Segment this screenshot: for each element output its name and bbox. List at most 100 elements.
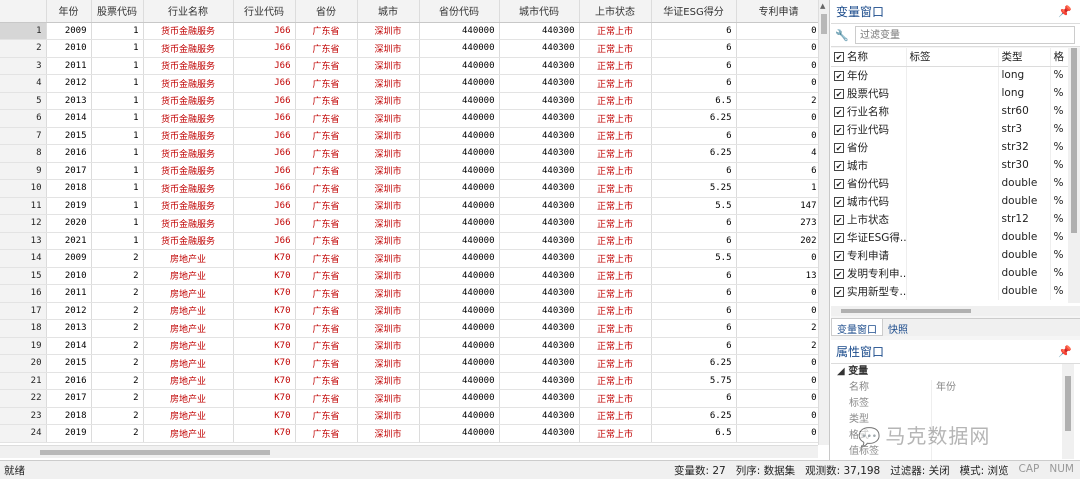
table-cell[interactable]: 货币金融服务	[143, 232, 234, 250]
table-cell[interactable]: 广东省	[295, 109, 358, 128]
variable-name-cell[interactable]: ✔ 专利申请	[831, 246, 907, 264]
property-value[interactable]	[931, 428, 1051, 444]
tab-variable-window[interactable]: 变量窗口	[831, 319, 883, 336]
variable-checkbox[interactable]: ✔	[834, 286, 844, 297]
table-cell[interactable]: 广东省	[295, 74, 358, 93]
table-cell[interactable]: 440300	[499, 284, 580, 303]
row-number[interactable]: 24	[0, 424, 47, 443]
table-cell[interactable]: 广东省	[295, 284, 358, 303]
variable-name-cell[interactable]: ✔ 年份	[831, 66, 907, 84]
variable-label[interactable]	[906, 210, 999, 228]
table-cell[interactable]: 广东省	[295, 39, 358, 58]
table-row[interactable]: 17 2012 2 房地产业 K70 广东省 深圳市 440000 440300 正常上市 6 0	[0, 302, 829, 320]
table-cell[interactable]: 货币金融服务	[143, 179, 234, 198]
table-cell[interactable]: 2019	[46, 197, 92, 215]
table-row[interactable]: 9 2017 1 货币金融服务 J66 广东省 深圳市 440000 440300 正常上市 6 6	[0, 162, 829, 180]
table-row[interactable]: 20 2015 2 房地产业 K70 广东省 深圳市 440000 440300 正常上市 6.25…	[0, 354, 829, 373]
variable-row[interactable]: ✔ 行业代码 str3%	[831, 120, 1069, 138]
row-number[interactable]: 17	[0, 302, 47, 320]
table-cell[interactable]: 广东省	[295, 389, 358, 408]
table-cell[interactable]: 6	[651, 284, 737, 303]
table-cell[interactable]: 2013	[46, 319, 92, 338]
table-row[interactable]: 4 2012 1 货币金融服务 J66 广东省 深圳市 440000 440300 正常上市 6 0	[0, 74, 829, 93]
table-cell[interactable]: 0	[736, 389, 822, 408]
variable-checkbox[interactable]: ✔	[834, 268, 844, 279]
table-cell[interactable]: 广东省	[295, 267, 358, 285]
table-cell[interactable]: 2012	[46, 302, 92, 320]
tab-snapshot[interactable]: 快照	[883, 319, 913, 336]
variable-label[interactable]	[906, 84, 999, 102]
variable-name-cell[interactable]: ✔ 省份代码	[831, 174, 907, 192]
variable-name-cell[interactable]: ✔ 省份	[831, 138, 907, 156]
table-cell[interactable]: 440000	[419, 302, 500, 320]
table-cell[interactable]: 广东省	[295, 302, 358, 320]
table-cell[interactable]: 正常上市	[579, 22, 652, 40]
column-header[interactable]: 城市	[357, 0, 420, 23]
table-row[interactable]: 14 2009 2 房地产业 K70 广东省 深圳市 440000 440300 正常上市 5.5 0	[0, 249, 829, 268]
variable-checkbox[interactable]: ✔	[834, 124, 844, 135]
table-cell[interactable]: J66	[233, 214, 296, 233]
table-cell[interactable]: 房地产业	[143, 267, 234, 285]
table-cell[interactable]: 6	[651, 162, 737, 180]
table-cell[interactable]: 440300	[499, 144, 580, 163]
table-cell[interactable]: K70	[233, 354, 296, 373]
table-cell[interactable]: 正常上市	[579, 92, 652, 110]
pin-icon[interactable]: 📌	[1058, 340, 1072, 364]
table-cell[interactable]: 2020	[46, 214, 92, 233]
table-cell[interactable]: 深圳市	[357, 249, 420, 268]
column-header[interactable]: 省份	[295, 0, 358, 23]
table-cell[interactable]: 2015	[46, 127, 92, 145]
vars-header-format[interactable]: 格	[1050, 48, 1069, 67]
table-cell[interactable]: 2009	[46, 22, 92, 40]
table-cell[interactable]: K70	[233, 302, 296, 320]
table-cell[interactable]: 440300	[499, 127, 580, 145]
table-cell[interactable]: 广东省	[295, 354, 358, 373]
table-cell[interactable]: 深圳市	[357, 22, 420, 40]
table-cell[interactable]: 正常上市	[579, 337, 652, 355]
table-cell[interactable]: J66	[233, 22, 296, 40]
table-cell[interactable]: 货币金融服务	[143, 214, 234, 233]
table-row[interactable]: 24 2019 2 房地产业 K70 广东省 深圳市 440000 440300 正常上市 6.5 0	[0, 424, 829, 443]
table-cell[interactable]: 2	[91, 389, 144, 408]
table-cell[interactable]: 2	[91, 424, 144, 443]
table-row[interactable]: 7 2015 1 货币金融服务 J66 广东省 深圳市 440000 440300 正常上市 6 0	[0, 127, 829, 145]
table-row[interactable]: 5 2013 1 货币金融服务 J66 广东省 深圳市 440000 440300 正常上市 6.5…	[0, 92, 829, 110]
variable-checkbox[interactable]: ✔	[834, 178, 844, 189]
table-cell[interactable]: J66	[233, 57, 296, 75]
table-cell[interactable]: 深圳市	[357, 284, 420, 303]
table-cell[interactable]: 2021	[46, 232, 92, 250]
property-row[interactable]: 标签	[831, 396, 1080, 412]
table-cell[interactable]: 正常上市	[579, 407, 652, 425]
table-cell[interactable]: 2	[91, 372, 144, 390]
table-cell[interactable]: 正常上市	[579, 109, 652, 128]
table-cell[interactable]: 440300	[499, 249, 580, 268]
table-cell[interactable]: 2013	[46, 92, 92, 110]
table-cell[interactable]: K70	[233, 319, 296, 338]
table-cell[interactable]: 440000	[419, 179, 500, 198]
variable-checkbox[interactable]: ✔	[834, 70, 844, 81]
table-cell[interactable]: 440300	[499, 74, 580, 93]
variable-name-cell[interactable]: ✔ 发明专利申...	[831, 264, 907, 282]
column-header[interactable]: 年份	[46, 0, 92, 23]
table-cell[interactable]: 6	[651, 389, 737, 408]
variable-checkbox[interactable]: ✔	[834, 88, 844, 99]
collapse-icon[interactable]: ◢	[837, 366, 845, 377]
variable-row[interactable]: ✔ 省份代码 double%	[831, 174, 1069, 192]
table-cell[interactable]: 广东省	[295, 127, 358, 145]
table-row[interactable]: 23 2018 2 房地产业 K70 广东省 深圳市 440000 440300 正常上市 6.25…	[0, 407, 829, 425]
variable-row[interactable]: ✔ 专利申请 double%	[831, 246, 1069, 264]
table-cell[interactable]: 440000	[419, 57, 500, 75]
table-cell[interactable]: 273	[736, 214, 822, 233]
property-row[interactable]: 格式	[831, 428, 1080, 444]
scroll-thumb[interactable]	[821, 14, 827, 34]
column-header[interactable]: 省份代码	[419, 0, 500, 23]
table-cell[interactable]: 5.25	[651, 179, 737, 198]
table-cell[interactable]: K70	[233, 407, 296, 425]
table-cell[interactable]: 深圳市	[357, 424, 420, 443]
table-cell[interactable]: 0	[736, 284, 822, 303]
table-cell[interactable]: 正常上市	[579, 302, 652, 320]
variable-label[interactable]	[906, 138, 999, 156]
table-cell[interactable]: 0	[736, 57, 822, 75]
table-cell[interactable]: 正常上市	[579, 424, 652, 443]
table-cell[interactable]: 6	[651, 214, 737, 233]
